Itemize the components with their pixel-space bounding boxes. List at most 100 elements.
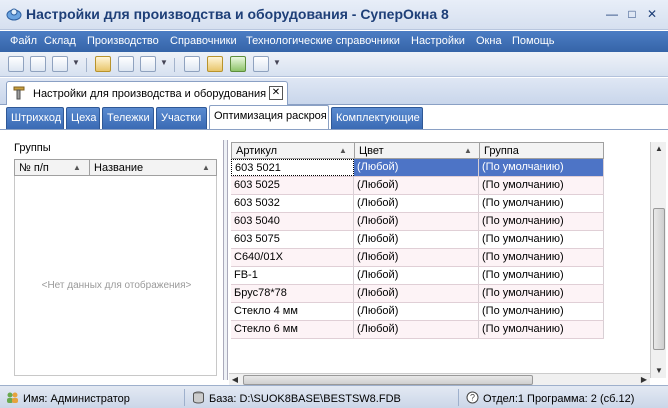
scroll-up-icon[interactable]: ▲ bbox=[651, 142, 667, 156]
cell-article[interactable]: Стекло 6 мм bbox=[231, 321, 354, 338]
table-row[interactable]: 603 5021 (Любой) (По умолчанию) bbox=[231, 159, 604, 177]
cell-color[interactable]: (Любой) bbox=[354, 231, 479, 248]
tab-cutting-optimization[interactable]: Оптимизация раскроя bbox=[209, 105, 329, 130]
add-doc-icon[interactable] bbox=[30, 56, 46, 72]
vertical-scroll-thumb[interactable] bbox=[653, 208, 665, 350]
groups-title: Группы bbox=[14, 142, 51, 154]
cell-article[interactable]: Брус78*78 bbox=[231, 285, 354, 302]
col-color[interactable]: Цвет ▲ bbox=[355, 143, 480, 159]
cell-article[interactable]: 603 5032 bbox=[231, 195, 354, 212]
col-number[interactable]: № п/п ▲ bbox=[15, 160, 90, 176]
col-group[interactable]: Группа bbox=[480, 143, 605, 159]
scroll-down-icon[interactable]: ▼ bbox=[651, 364, 667, 378]
col-article[interactable]: Артикул ▲ bbox=[232, 143, 355, 159]
status-divider bbox=[458, 389, 459, 406]
settings-dropdown-icon[interactable]: ▼ bbox=[273, 58, 281, 67]
cell-color[interactable]: (Любой) bbox=[354, 195, 479, 212]
document-tabs: Настройки для производства и оборудовани… bbox=[0, 78, 668, 105]
tab-trolleys[interactable]: Тележки bbox=[102, 107, 154, 129]
filter-icon[interactable] bbox=[95, 56, 111, 72]
cell-group[interactable]: (По умолчанию) bbox=[479, 231, 604, 248]
table-row[interactable]: 603 5025 (Любой) (По умолчанию) bbox=[231, 177, 604, 195]
vertical-scrollbar[interactable]: ▲ ▼ bbox=[650, 142, 666, 378]
cell-color[interactable]: (Любой) bbox=[354, 321, 479, 338]
report-icon[interactable] bbox=[184, 56, 200, 72]
doc-tab-close-icon[interactable]: ✕ bbox=[269, 86, 283, 100]
panel-splitter[interactable] bbox=[223, 140, 228, 380]
tab-workshops[interactable]: Цеха bbox=[66, 107, 100, 129]
table-row[interactable]: 603 5040 (Любой) (По умолчанию) bbox=[231, 213, 604, 231]
cell-color[interactable]: (Любой) bbox=[354, 249, 479, 266]
cell-color[interactable]: (Любой) bbox=[354, 177, 479, 194]
menu-references[interactable]: Справочники bbox=[170, 35, 237, 47]
cell-article[interactable]: 603 5075 bbox=[231, 231, 354, 248]
sort-asc-icon: ▲ bbox=[464, 146, 472, 155]
close-button[interactable]: ✕ bbox=[643, 6, 661, 22]
table-row[interactable]: Стекло 6 мм (Любой) (По умолчанию) bbox=[231, 321, 604, 339]
table-row[interactable]: FB-1 (Любой) (По умолчанию) bbox=[231, 267, 604, 285]
cell-article[interactable]: 603 5040 bbox=[231, 213, 354, 230]
print-dropdown-icon[interactable]: ▼ bbox=[72, 58, 80, 67]
cell-article[interactable]: 603 5021 bbox=[231, 159, 354, 176]
menu-settings[interactable]: Настройки bbox=[411, 35, 465, 47]
groups-grid-body[interactable]: <Нет данных для отображения> bbox=[14, 176, 217, 376]
cell-color[interactable]: (Любой) bbox=[354, 267, 479, 284]
cell-group[interactable]: (По умолчанию) bbox=[479, 213, 604, 230]
menu-file[interactable]: Файл bbox=[10, 35, 37, 47]
tab-accessories[interactable]: Комплектующие bbox=[331, 107, 423, 129]
tab-sections[interactable]: Участки bbox=[156, 107, 207, 129]
users-icon bbox=[7, 392, 18, 403]
sort-asc-icon: ▲ bbox=[73, 163, 81, 172]
doc-settings-icon[interactable] bbox=[253, 56, 269, 72]
toolbar-separator bbox=[174, 58, 175, 72]
cell-group[interactable]: (По умолчанию) bbox=[479, 177, 604, 194]
cell-group[interactable]: (По умолчанию) bbox=[479, 285, 604, 302]
doc-tab-production-settings[interactable]: Настройки для производства и оборудовани… bbox=[6, 81, 288, 105]
cell-color[interactable]: (Любой) bbox=[354, 159, 479, 176]
cell-article[interactable]: 603 5025 bbox=[231, 177, 354, 194]
status-bar: Имя: Администратор База: D:\SUOK8BASE\BE… bbox=[0, 385, 668, 408]
cell-color[interactable]: (Любой) bbox=[354, 285, 479, 302]
groups-panel: Группы № п/п ▲ Название ▲ <Нет данных дл… bbox=[10, 138, 222, 378]
status-department-text: Отдел:1 Программа: 2 (сб.12) bbox=[483, 393, 635, 405]
cell-group[interactable]: (По умолчанию) bbox=[479, 267, 604, 284]
articles-grid-header: Артикул ▲ Цвет ▲ Группа bbox=[231, 142, 604, 159]
cell-group[interactable]: (По умолчанию) bbox=[479, 159, 604, 176]
table-row[interactable]: 603 5075 (Любой) (По умолчанию) bbox=[231, 231, 604, 249]
menu-help[interactable]: Помощь bbox=[512, 35, 555, 47]
col-article-label: Артикул bbox=[236, 145, 278, 157]
table-row[interactable]: C640/01X (Любой) (По умолчанию) bbox=[231, 249, 604, 267]
table-row[interactable]: Брус78*78 (Любой) (По умолчанию) bbox=[231, 285, 604, 303]
status-database: База: D:\SUOK8BASE\BESTSW8.FDB bbox=[192, 389, 401, 406]
paste-icon[interactable] bbox=[140, 56, 156, 72]
menu-warehouse[interactable]: Склад bbox=[44, 35, 76, 47]
cell-group[interactable]: (По умолчанию) bbox=[479, 321, 604, 338]
cell-group[interactable]: (По умолчанию) bbox=[479, 195, 604, 212]
cell-color[interactable]: (Любой) bbox=[354, 213, 479, 230]
cell-color[interactable]: (Любой) bbox=[354, 303, 479, 320]
col-name[interactable]: Название ▲ bbox=[90, 160, 218, 176]
cell-article[interactable]: C640/01X bbox=[231, 249, 354, 266]
print-icon[interactable] bbox=[52, 56, 68, 72]
new-doc-icon[interactable] bbox=[8, 56, 24, 72]
cell-article[interactable]: FB-1 bbox=[231, 267, 354, 284]
doc-gold-icon[interactable] bbox=[207, 56, 223, 72]
svg-text:?: ? bbox=[470, 393, 475, 403]
menu-windows[interactable]: Окна bbox=[476, 35, 502, 47]
tab-barcode[interactable]: Штрихкод bbox=[6, 107, 64, 129]
cell-article[interactable]: Стекло 4 мм bbox=[231, 303, 354, 320]
cell-group[interactable]: (По умолчанию) bbox=[479, 303, 604, 320]
table-row[interactable]: 603 5032 (Любой) (По умолчанию) bbox=[231, 195, 604, 213]
menu-tech-references[interactable]: Технологические справочники bbox=[246, 35, 400, 47]
doc-tab-label: Настройки для производства и оборудовани… bbox=[33, 88, 267, 100]
minimize-button[interactable]: — bbox=[603, 6, 621, 22]
menu-production[interactable]: Производство bbox=[87, 35, 159, 47]
table-row[interactable]: Стекло 4 мм (Любой) (По умолчанию) bbox=[231, 303, 604, 321]
doc-green-icon[interactable] bbox=[230, 56, 246, 72]
copy-icon[interactable] bbox=[118, 56, 134, 72]
window-title: Настройки для производства и оборудовани… bbox=[26, 6, 449, 22]
horizontal-scroll-thumb[interactable] bbox=[243, 375, 533, 385]
cell-group[interactable]: (По умолчанию) bbox=[479, 249, 604, 266]
paste-dropdown-icon[interactable]: ▼ bbox=[160, 58, 168, 67]
maximize-button[interactable]: □ bbox=[623, 6, 641, 22]
